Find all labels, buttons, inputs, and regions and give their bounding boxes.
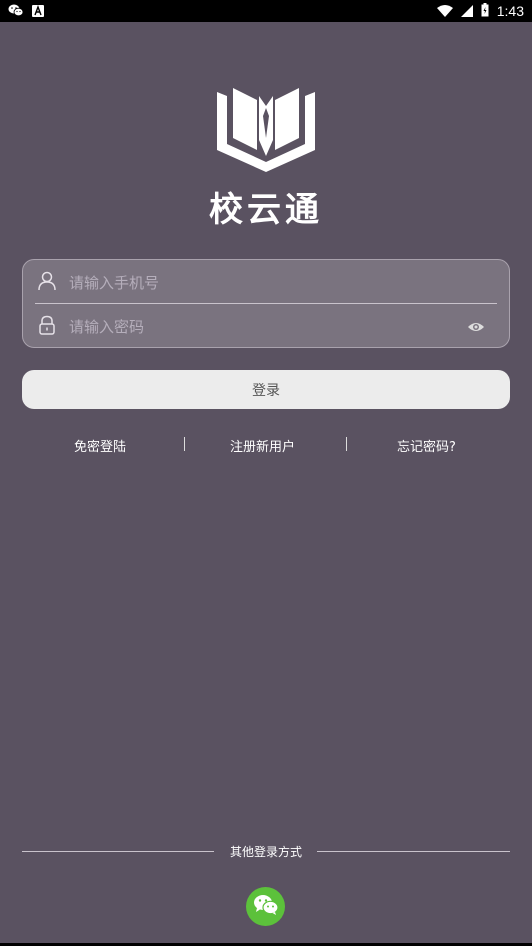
link-separator: [346, 437, 347, 451]
password-input[interactable]: [67, 311, 465, 343]
user-icon: [37, 271, 57, 291]
signal-icon: [460, 2, 473, 21]
forgot-password-link[interactable]: 忘记密码?: [397, 436, 456, 455]
status-bar: 1:43: [0, 0, 532, 22]
app-name: 校云通: [209, 190, 323, 230]
divider-line-right: [317, 851, 510, 852]
a-notification-icon: [32, 2, 44, 21]
other-login-divider: 其他登录方式: [22, 843, 510, 861]
status-bar-left: [8, 2, 44, 21]
password-field-row: [23, 304, 509, 348]
battery-icon: [481, 2, 489, 21]
lock-icon: [37, 315, 57, 335]
link-separator: [184, 437, 185, 451]
status-time: 1:43: [496, 3, 524, 19]
eye-icon[interactable]: [467, 319, 485, 333]
auth-links: 免密登陆 注册新用户 忘记密码?: [22, 436, 510, 455]
wechat-login-button[interactable]: [246, 887, 285, 926]
wechat-icon: [253, 894, 279, 920]
login-card: [22, 259, 510, 348]
status-bar-right: 1:43: [436, 2, 524, 21]
login-button[interactable]: 登录: [22, 370, 510, 409]
wechat-notification-icon: [8, 2, 24, 21]
register-link[interactable]: 注册新用户: [230, 436, 295, 455]
passwordless-login-link[interactable]: 免密登陆: [74, 436, 126, 455]
wifi-icon: [436, 2, 453, 21]
phone-input[interactable]: [67, 267, 465, 299]
book-logo-icon: [213, 86, 319, 178]
phone-field-row: [23, 260, 509, 304]
